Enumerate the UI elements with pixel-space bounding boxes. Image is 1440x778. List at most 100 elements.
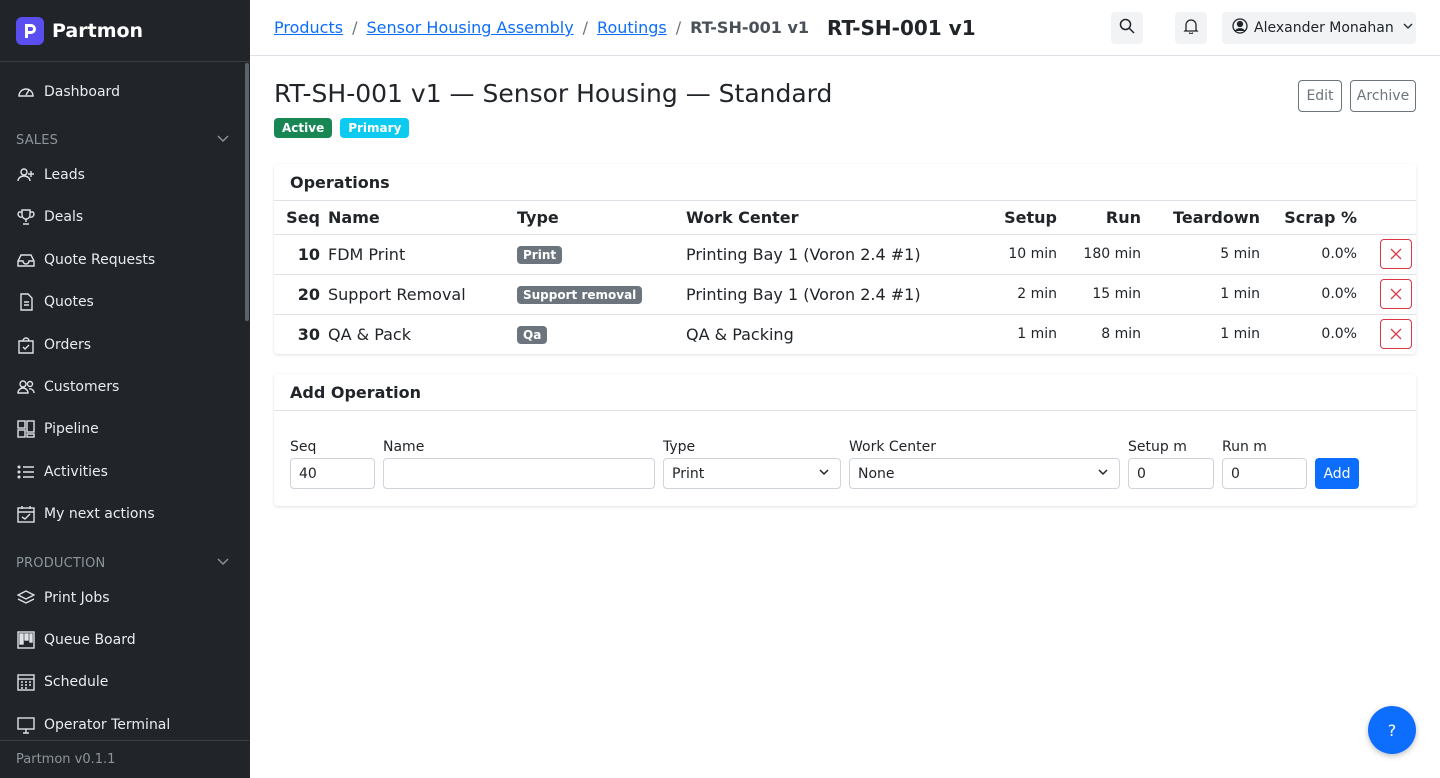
cell-setup: 1 min (1017, 326, 1057, 343)
person-plus-icon (16, 165, 36, 185)
cell-teardown: 1 min (1141, 274, 1260, 315)
cell-run: 180 min (1057, 234, 1141, 275)
delete-operation-button[interactable] (1380, 239, 1412, 269)
header-title: RT-SH-001 v1 (827, 15, 976, 40)
cell-scrap: 0.0% (1260, 234, 1357, 275)
column-header-setup: Setup (995, 201, 1057, 235)
person-circle-icon (1232, 18, 1248, 38)
cell-name: Support Removal (328, 274, 517, 315)
add-operation-card: Add Operation Seq 40 Name Type Print Wor… (274, 374, 1416, 506)
sidebar-item-orders[interactable]: Orders (0, 325, 246, 365)
sidebar-item-leads[interactable]: Leads (0, 155, 246, 195)
name-input[interactable] (383, 458, 655, 489)
table-row: 10 FDM Print Print Printing Bay 1 (Voron… (274, 234, 1416, 275)
sidebar-item-pipeline[interactable]: Pipeline (0, 409, 246, 449)
edit-button[interactable]: Edit (1298, 80, 1342, 112)
search-button[interactable] (1111, 12, 1143, 44)
sidebar-section-sales[interactable]: SALES (16, 130, 230, 150)
sidebar-item-schedule[interactable]: Schedule (0, 662, 246, 702)
calendar-icon (16, 672, 36, 692)
sidebar-item-label: Pipeline (44, 421, 99, 437)
cell-setup: 10 min (995, 234, 1057, 275)
trophy-icon (16, 207, 36, 227)
cell-teardown: 5 min (1141, 234, 1260, 275)
seq-input[interactable]: 40 (290, 458, 375, 489)
search-icon (1119, 18, 1135, 38)
archive-button[interactable]: Archive (1350, 80, 1416, 112)
breadcrumb-routings-link[interactable]: Routings (597, 18, 667, 37)
user-menu-button[interactable]: Alexander Monahan (1222, 12, 1416, 44)
chevron-down-icon (1097, 466, 1109, 482)
help-button[interactable]: ? (1368, 706, 1416, 754)
status-badges: Active Primary (274, 118, 410, 138)
sidebar-item-label: Orders (44, 337, 92, 353)
close-icon (1390, 285, 1402, 304)
delete-operation-button[interactable] (1380, 319, 1412, 350)
sidebar-item-quote-requests[interactable]: Quote Requests (0, 240, 246, 280)
sidebar-item-customers[interactable]: Customers (0, 367, 246, 407)
column-header-seq: Seq (274, 201, 328, 235)
sidebar-item-label: Leads (44, 167, 85, 183)
sidebar-section-label: SALES (16, 132, 59, 148)
breadcrumb-product-link[interactable]: Sensor Housing Assembly (366, 18, 573, 37)
sidebar-item-activities[interactable]: Activities (0, 452, 246, 492)
add-operation-button[interactable]: Add (1315, 458, 1359, 489)
table-row: 20 Support Removal Support removal Print… (274, 274, 1416, 315)
sidebar-item-dashboard[interactable]: Dashboard (0, 72, 246, 112)
sidebar-item-my-next-actions[interactable]: My next actions (0, 494, 246, 534)
sidebar-item-label: Quotes (44, 294, 94, 310)
sidebar-item-label: Queue Board (44, 632, 136, 648)
operations-card: Operations Seq Name Type Work Center Set… (274, 164, 1416, 354)
top-bar: Products / Sensor Housing Assembly / Rou… (250, 0, 1440, 56)
cell-run: 8 min (1101, 326, 1141, 343)
column-header-name: Name (328, 201, 517, 235)
page-title: RT-SH-001 v1 — Sensor Housing — Standard (274, 79, 833, 108)
run-label: Run m (1222, 439, 1267, 455)
breadcrumb-separator: / (352, 18, 358, 37)
kanban-icon (16, 419, 36, 439)
list-icon (16, 462, 36, 482)
type-label: Type (663, 439, 696, 455)
sidebar-item-label: Print Jobs (44, 590, 110, 606)
sidebar-section-production[interactable]: PRODUCTION (16, 553, 230, 573)
seq-label: Seq (290, 439, 317, 455)
chevron-down-icon (216, 554, 230, 572)
operations-table: Seq Name Type Work Center Setup Run Tear… (274, 201, 1416, 354)
type-select[interactable]: Print (663, 458, 841, 489)
people-icon (16, 377, 36, 397)
notifications-button[interactable] (1175, 12, 1207, 44)
sidebar-section-label: PRODUCTION (16, 555, 106, 571)
sidebar-item-queue-board[interactable]: Queue Board (0, 620, 246, 660)
brand[interactable]: Partmon (0, 0, 250, 62)
sidebar-item-deals[interactable]: Deals (0, 197, 246, 237)
sidebar-item-label: Quote Requests (44, 252, 156, 268)
setup-input[interactable]: 0 (1128, 458, 1214, 489)
delete-operation-button[interactable] (1380, 279, 1412, 309)
cell-actions (1357, 234, 1416, 275)
sidebar-nav: Dashboard SALES Leads Deals Quote Reques… (0, 63, 250, 740)
run-input[interactable]: 0 (1222, 458, 1307, 489)
sidebar-item-label: My next actions (44, 506, 155, 522)
breadcrumb-separator: / (582, 18, 589, 37)
sidebar-item-label: Operator Terminal (44, 717, 171, 733)
table-row: 30 QA & Pack Qa QA & Packing 1 min 8 min… (274, 314, 1416, 354)
work-center-select-value: None (858, 465, 895, 482)
cell-type: Support removal (517, 274, 686, 315)
sidebar-item-quotes[interactable]: Quotes (0, 282, 246, 322)
monitor-icon (16, 715, 36, 735)
sidebar-item-print-jobs[interactable]: Print Jobs (0, 578, 246, 618)
sidebar-item-operator-terminal[interactable]: Operator Terminal (0, 705, 246, 740)
work-center-select[interactable]: None (849, 458, 1120, 489)
cell-type: Qa (517, 314, 686, 354)
cell-run: 15 min (1057, 274, 1141, 315)
type-badge: Support removal (517, 286, 643, 304)
chevron-down-icon (818, 466, 830, 482)
type-badge: Print (517, 246, 563, 264)
bell-icon (1183, 18, 1199, 38)
work-center-label: Work Center (849, 439, 937, 455)
breadcrumb-products-link[interactable]: Products (274, 18, 343, 37)
cell-seq: 30 (297, 324, 320, 344)
partmon-logo-icon (16, 16, 44, 45)
column-header-actions (1357, 201, 1416, 235)
app-version: Partmon v0.1.1 (0, 740, 250, 778)
